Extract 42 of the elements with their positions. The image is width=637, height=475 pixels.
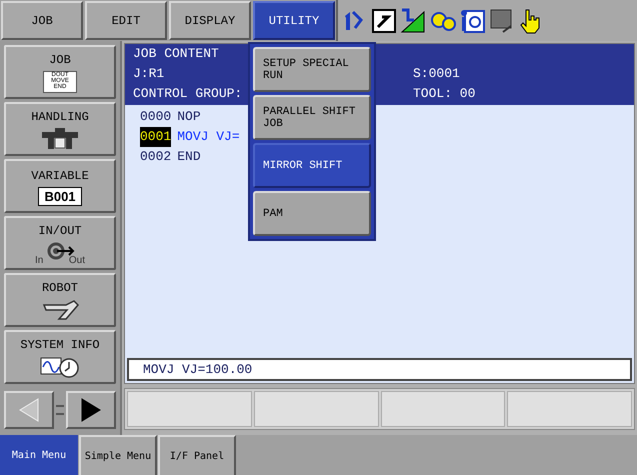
bottom-tab[interactable]: I/F Panel: [158, 435, 236, 475]
arm-frame-icon: [371, 8, 397, 34]
function-key[interactable]: [127, 391, 252, 427]
instruction-text: NOP: [177, 108, 201, 126]
out-label: Out: [68, 256, 85, 266]
menu-tab[interactable]: EDIT: [85, 1, 167, 40]
menu-button[interactable]: ROBOT: [4, 273, 116, 327]
in-label: In: [35, 256, 44, 266]
function-key[interactable]: [380, 391, 506, 427]
line-number: 0000: [140, 108, 172, 126]
function-key[interactable]: [507, 391, 632, 427]
menu-item[interactable]: MIRROR SHIFT: [253, 143, 371, 188]
menu-button[interactable]: VARIABLE B001: [4, 159, 116, 213]
instruction-text: END: [177, 148, 201, 166]
menu-tab[interactable]: UTILITY: [253, 1, 335, 40]
header-text: CONTROL GROUP:: [133, 86, 242, 101]
menu-tab[interactable]: DISPLAY: [169, 1, 251, 40]
bottom-tab[interactable]: Main Menu: [0, 435, 78, 475]
menu-item[interactable]: PARALLEL SHIFT JOB: [253, 95, 371, 140]
menu-button[interactable]: HANDLING: [4, 102, 116, 156]
forward-button[interactable]: [66, 391, 116, 429]
line-number: 0002: [140, 148, 172, 166]
header-text: JOB CONTENT: [133, 46, 219, 61]
variable-label: B001: [38, 186, 82, 206]
menu-item[interactable]: PAM: [253, 191, 371, 236]
header-text: S:0001: [413, 65, 460, 83]
function-key[interactable]: [254, 391, 378, 427]
signal-icon: [400, 8, 426, 34]
gripper-icon: [40, 128, 80, 150]
instruction-text: MOVJ VJ=: [177, 128, 240, 146]
input-field[interactable]: MOVJ VJ=100.00: [127, 358, 632, 381]
header-text: J:R1: [133, 66, 164, 81]
robot-arm-icon: [40, 299, 80, 321]
menu-tab[interactable]: JOB: [1, 1, 83, 40]
bottom-tab[interactable]: Simple Menu: [79, 435, 157, 475]
menu-item[interactable]: SETUP SPECIAL RUN: [253, 47, 371, 92]
hand-icon: [518, 8, 542, 34]
menu-button[interactable]: IN/OUT In Out: [4, 216, 116, 270]
menu-button[interactable]: SYSTEM INFO: [4, 330, 116, 384]
wave-clock-icon: [40, 356, 80, 378]
line-number: 0001: [140, 127, 172, 147]
header-text: TOOL: 00: [413, 85, 476, 103]
